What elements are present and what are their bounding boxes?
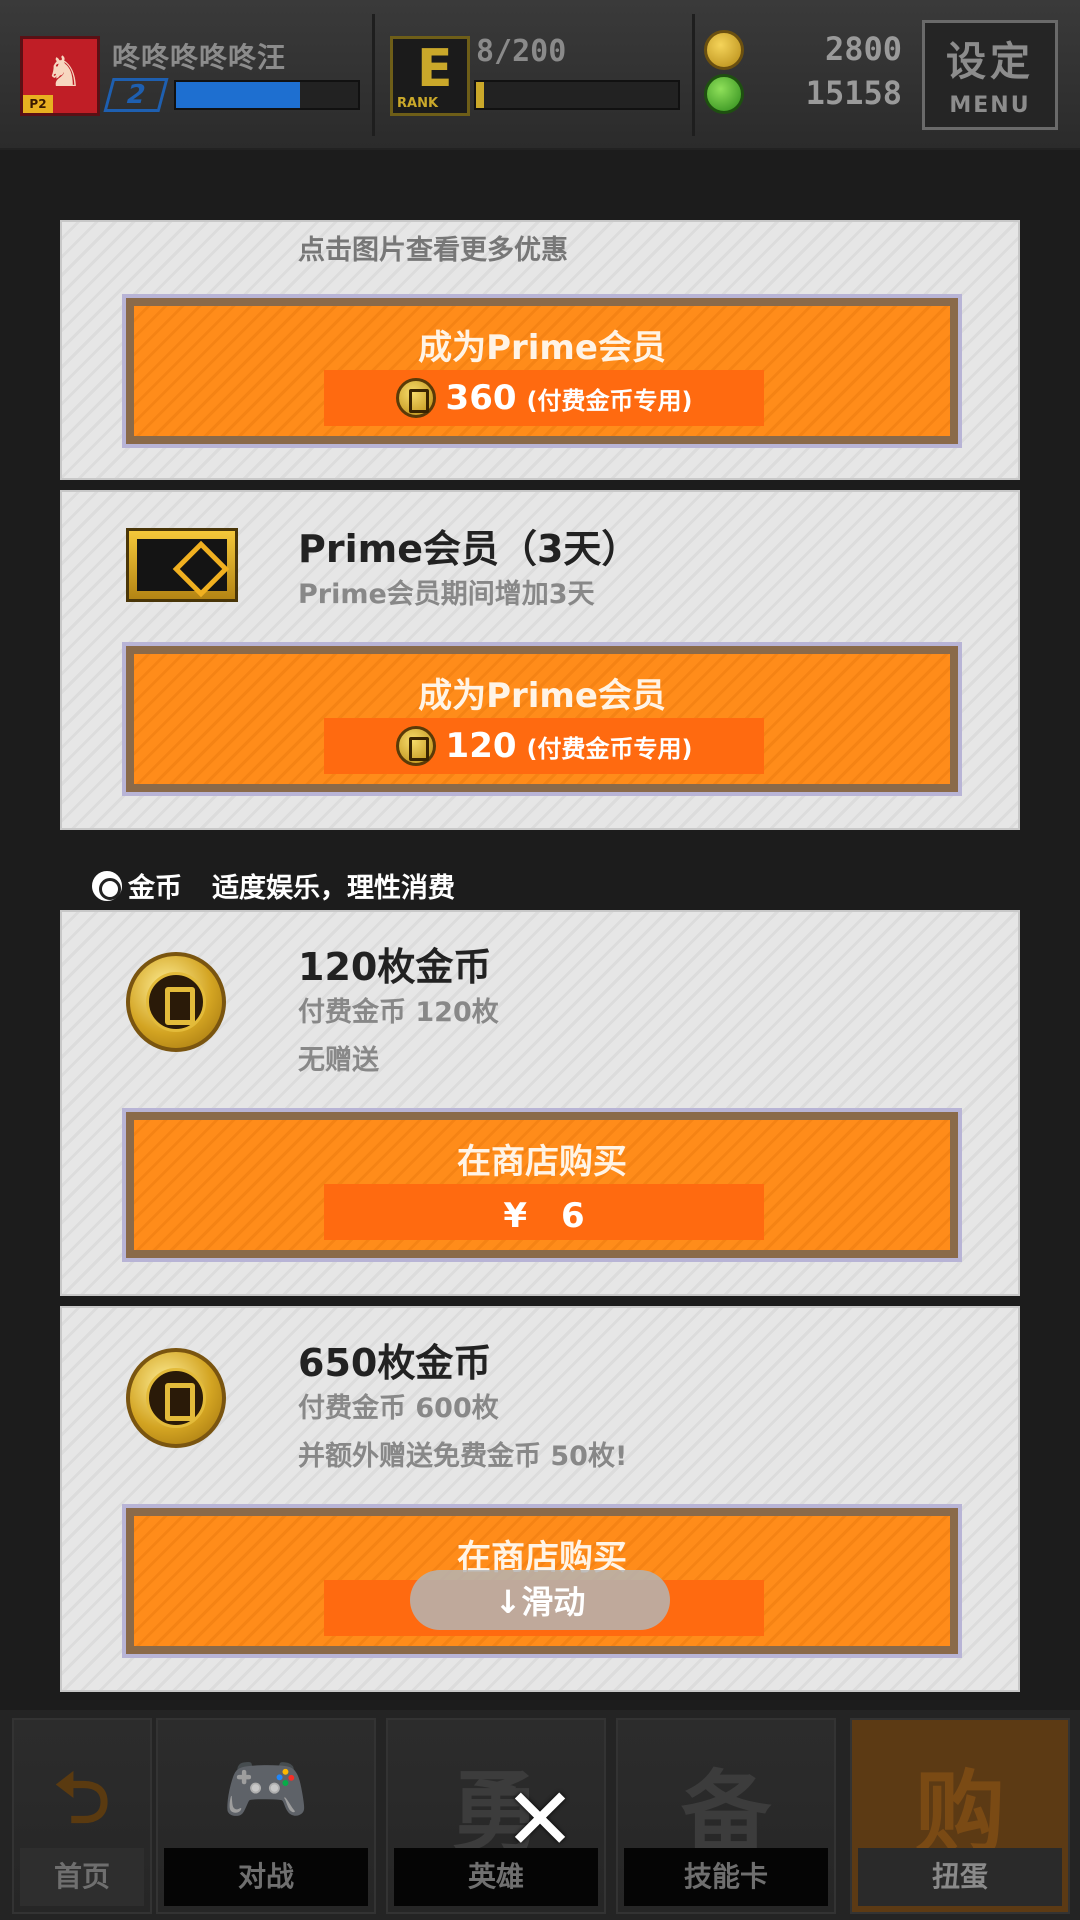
gold-coin-icon	[126, 952, 226, 1052]
paid-coin-icon	[395, 378, 436, 418]
menu-button-sublabel: MENU	[949, 93, 1031, 118]
nav-label: 对战	[164, 1848, 368, 1906]
green-coin-count: 15158	[805, 74, 902, 112]
exp-bar	[174, 80, 360, 110]
nav-battle[interactable]: 🎮 对战	[156, 1718, 376, 1914]
prime-3day-panel[interactable]: Prime会员（3天） Prime会员期间增加3天 成为Prime会员 120 …	[60, 490, 1020, 830]
top-status-bar: ♞ P2 咚咚咚咚咚汪 2 E RANK 8/200 2800 15158 设定…	[0, 0, 1080, 150]
paid-coin-icon	[395, 726, 436, 766]
coin-pack-120[interactable]: 120枚金币 付费金币 120枚 无赠送 在商店购买 ¥ 6	[60, 910, 1020, 1296]
nav-gacha[interactable]: 购 扭蛋	[850, 1718, 1070, 1914]
button-face: 成为Prime会员 120 (付费金币专用)	[134, 654, 950, 784]
section-slogan: 适度娱乐，理性消费	[212, 873, 455, 904]
button-face: 成为Prime会员 360 (付费金币专用)	[134, 306, 950, 436]
coin-icon	[92, 870, 122, 901]
item-bonus: 并额外赠送免费金币 50枚!	[298, 1441, 628, 1472]
divider	[372, 14, 375, 136]
green-coin-icon	[704, 74, 744, 114]
gold-coin-icon	[126, 1348, 226, 1448]
coin-pack-650[interactable]: 650枚金币 付费金币 600枚 并额外赠送免费金币 50枚! 在商店购买	[60, 1306, 1020, 1692]
player-level-badge: 2	[103, 78, 169, 112]
item-description: Prime会员期间增加3天	[298, 579, 595, 610]
price-note: (付费金币专用)	[526, 386, 693, 415]
nav-label: 扭蛋	[858, 1848, 1062, 1906]
menu-button-label: 设定	[946, 39, 1034, 85]
rank-bar-fill	[476, 82, 485, 108]
divider	[692, 14, 695, 136]
item-description: 付费金币 120枚	[298, 997, 499, 1028]
prime-ticket-icon	[126, 528, 238, 602]
gold-coin-icon	[704, 30, 744, 70]
item-bonus: 无赠送	[298, 1045, 379, 1076]
button-label: 在商店购买	[457, 1142, 627, 1182]
offer-hint: 点击图片查看更多优惠	[298, 235, 568, 266]
button-frame: 成为Prime会员 360 (付费金币专用)	[126, 298, 958, 444]
nav-label: 技能卡	[624, 1848, 828, 1906]
gamepad-icon: 🎮	[222, 1748, 310, 1830]
nav-home[interactable]: ⮌ 首页	[12, 1718, 152, 1914]
nav-label: 首页	[20, 1848, 144, 1906]
button-face: 在商店购买 ¥ 6	[134, 1120, 950, 1250]
price-value: ¥ 6	[503, 1195, 585, 1236]
rank-label: RANK	[397, 96, 439, 111]
rank-glyph-icon: E	[417, 39, 453, 99]
avatar-tag: P2	[23, 95, 53, 113]
rank-emblem: E RANK	[390, 36, 470, 116]
item-title: Prime会员（3天）	[298, 527, 640, 571]
price-value: 120	[445, 726, 517, 766]
button-frame: 成为Prime会员 120 (付费金币专用)	[126, 646, 958, 792]
nav-skill-cards[interactable]: 备 技能卡	[616, 1718, 836, 1914]
player-name: 咚咚咚咚咚汪	[112, 41, 287, 74]
item-title: 120枚金币	[298, 945, 492, 989]
section-title: 金币	[128, 873, 182, 904]
item-description: 付费金币 600枚	[298, 1393, 499, 1424]
gold-coin-count: 2800	[824, 30, 902, 68]
price-note: (付费金币专用)	[526, 734, 693, 763]
player-avatar[interactable]: ♞ P2	[20, 36, 100, 116]
become-prime-button[interactable]: 成为Prime会员 120 (付费金币专用)	[122, 642, 962, 796]
price-tag: 360 (付费金币专用)	[324, 370, 764, 426]
button-label: 成为Prime会员	[418, 328, 666, 368]
price-tag: 120 (付费金币专用)	[324, 718, 764, 774]
exp-bar-fill	[176, 82, 300, 108]
become-prime-button[interactable]: 成为Prime会员 360 (付费金币专用)	[122, 294, 962, 448]
coin-section-label: 金币 适度娱乐，理性消费	[92, 866, 455, 905]
rank-bar	[474, 80, 680, 110]
item-title: 650枚金币	[298, 1341, 492, 1385]
rank-progress-text: 8/200	[476, 34, 567, 69]
swipe-hint: ↓滑动	[410, 1570, 670, 1630]
buy-in-store-button[interactable]: 在商店购买 ¥ 6	[122, 1108, 962, 1262]
button-label: 成为Prime会员	[418, 676, 666, 716]
price-value: 360	[445, 378, 517, 418]
button-frame: 在商店购买 ¥ 6	[126, 1112, 958, 1258]
avatar-figure-icon: ♞	[45, 47, 83, 96]
close-button[interactable]: ✕	[500, 1777, 580, 1863]
price-tag: ¥ 6	[324, 1184, 764, 1240]
menu-button[interactable]: 设定 MENU	[922, 20, 1058, 130]
prime-offer-panel[interactable]: 点击图片查看更多优惠 成为Prime会员 360 (付费金币专用)	[60, 220, 1020, 480]
